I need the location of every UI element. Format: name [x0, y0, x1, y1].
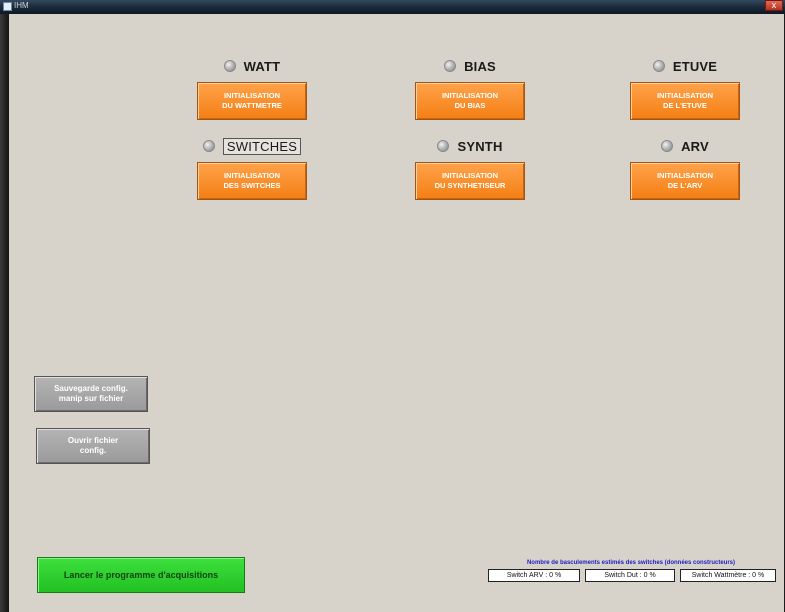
- title-bar: IHM x: [0, 0, 785, 14]
- watt-status-led-icon: [223, 60, 236, 72]
- init-bias-button[interactable]: INITIALISATION DU BIAS: [415, 82, 525, 120]
- init-arv-button[interactable]: INITIALISATION DE L'ARV: [630, 162, 740, 200]
- close-button[interactable]: x: [765, 0, 783, 11]
- switch-wattmetre-counter: Switch Wattmètre : 0 %: [680, 569, 776, 582]
- switch-dut-counter: Switch Dut : 0 %: [585, 569, 675, 582]
- open-config-button[interactable]: Ouvrir fichier config.: [36, 428, 150, 464]
- synth-label: SYNTH: [457, 138, 503, 154]
- module-etuve: ETUVE INITIALISATION DE L'ETUVE: [630, 56, 740, 120]
- window-left-border: [0, 14, 9, 612]
- etuve-status-led-icon: [652, 60, 665, 72]
- launch-acquisition-button[interactable]: Lancer le programme d'acquisitions: [37, 557, 245, 593]
- init-switches-button[interactable]: INITIALISATION DES SWITCHES: [197, 162, 307, 200]
- switch-count-caption: Nombre de basculements estimés des switc…: [526, 560, 736, 566]
- switch-arv-counter: Switch ARV : 0 %: [488, 569, 580, 582]
- arv-label: ARV: [681, 138, 709, 154]
- module-arv: ARV INITIALISATION DE L'ARV: [630, 136, 740, 200]
- bias-status-led-icon: [444, 60, 457, 72]
- watt-label: WATT: [243, 58, 281, 74]
- init-synthetiseur-button[interactable]: INITIALISATION DU SYNTHETISEUR: [415, 162, 525, 200]
- init-etuve-button[interactable]: INITIALISATION DE L'ETUVE: [630, 82, 740, 120]
- etuve-label: ETUVE: [672, 58, 718, 74]
- module-switches: SWITCHES INITIALISATION DES SWITCHES: [197, 136, 307, 200]
- switches-label: SWITCHES: [222, 137, 302, 155]
- init-wattmetre-button[interactable]: INITIALISATION DU WATTMETRE: [197, 82, 307, 120]
- bias-label: BIAS: [464, 58, 496, 74]
- switches-status-led-icon: [202, 140, 215, 152]
- module-bias: BIAS INITIALISATION DU BIAS: [415, 56, 525, 120]
- window-title: IHM: [14, 1, 29, 10]
- save-config-button[interactable]: Sauvegarde config. manip sur fichier: [34, 376, 148, 412]
- module-watt: WATT INITIALISATION DU WATTMETRE: [197, 56, 307, 120]
- main-panel: WATT INITIALISATION DU WATTMETRE BIAS IN…: [9, 14, 784, 612]
- arv-status-led-icon: [661, 140, 674, 152]
- app-icon: [3, 2, 12, 11]
- module-synth: SYNTH INITIALISATION DU SYNTHETISEUR: [415, 136, 525, 200]
- synth-status-led-icon: [437, 140, 450, 152]
